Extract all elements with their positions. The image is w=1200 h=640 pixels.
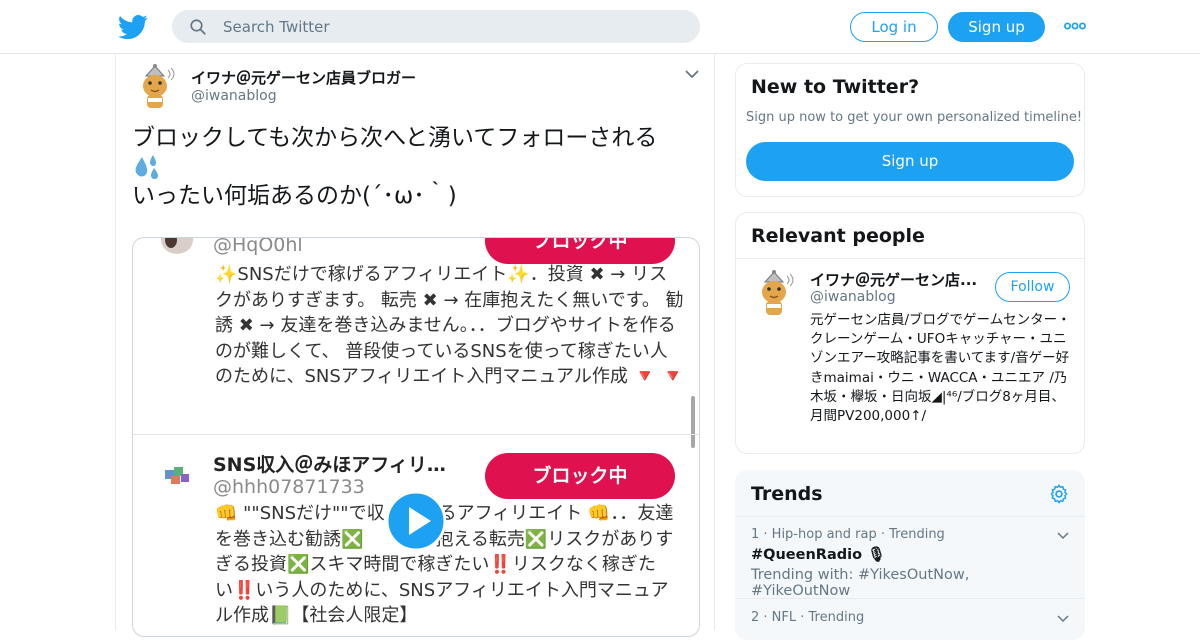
sidebar-signup-button[interactable]: Sign up	[746, 142, 1074, 181]
top-bar: Log in Sign up	[0, 0, 1200, 54]
search-input[interactable]	[223, 11, 683, 42]
media-avatar-1	[161, 238, 193, 254]
trend-item[interactable]: 2 · NFL · Trending	[751, 610, 1071, 629]
media-name-2: SNS収入＠みほアフィリ…	[213, 454, 446, 476]
new-to-twitter-card: New to Twitter? Sign up now to get your …	[735, 63, 1085, 197]
media-blocked-pill-2: ブロック中	[485, 453, 675, 499]
new-to-twitter-title: New to Twitter?	[751, 76, 920, 98]
author-handle[interactable]: @iwanablog	[191, 88, 277, 104]
tweet-text-line2: いったい何垢あるのか(´･ω･｀)	[132, 183, 457, 209]
trend-meta: 2 · NFL · Trending	[751, 610, 865, 625]
trend-item[interactable]: 1 · Hip-hop and rap · Trending #QueenRad…	[751, 527, 1071, 599]
video-media[interactable]: @HqO0hl ブロック中 ✨SNSだけで稼げるアフィリエイト✨．投資 ✖ → …	[132, 237, 700, 637]
author-avatar[interactable]	[132, 62, 178, 112]
divider	[736, 516, 1084, 517]
gear-icon[interactable]	[1048, 483, 1070, 505]
relevant-people-title: Relevant people	[751, 225, 925, 247]
tweet-column: イワナ＠元ゲーセン店員ブロガー @iwanablog ブロックしても次から次へと…	[115, 54, 715, 637]
media-text-1: ✨SNSだけで稼げるアフィリエイト✨．投資 ✖ → リスクがありすぎます。 転売…	[215, 264, 685, 387]
chevron-down-icon[interactable]	[1057, 615, 1069, 623]
play-icon[interactable]	[386, 491, 446, 551]
login-button[interactable]: Log in	[850, 12, 938, 42]
trends-card: Trends 1 · Hip-hop and rap · Trending #Q…	[735, 470, 1085, 640]
media-avatar-2	[165, 467, 189, 484]
media-divider	[133, 434, 699, 435]
media-handle-1: @HqO0hl	[213, 237, 303, 256]
media-text-2: 👊 ""SNSだけ""で収 るアフィリエイト 👊．．友達を巻き込む勧誘❎ を抱え…	[215, 503, 674, 626]
twitter-bird-icon[interactable]	[118, 12, 148, 42]
trend-name[interactable]: #QueenRadio 🎙	[751, 546, 1071, 567]
more-options-icon[interactable]	[1064, 16, 1086, 36]
author-name[interactable]: イワナ＠元ゲーセン店員ブロガー	[191, 67, 416, 88]
search-icon	[190, 19, 206, 35]
trend-meta: 1 · Hip-hop and rap · Trending	[751, 527, 945, 542]
new-to-twitter-subtitle: Sign up now to get your own personalized…	[746, 110, 1083, 125]
divider	[736, 258, 1084, 259]
relevant-people-card: Relevant people イワナ＠元ゲーセン店... @iwanablog…	[735, 212, 1085, 454]
trend-related[interactable]: Trending with: #YikesOutNow, #YikeOutNow	[751, 567, 1071, 599]
person-handle[interactable]: @iwanablog	[810, 289, 896, 305]
follow-button[interactable]: Follow	[995, 272, 1070, 302]
search-box[interactable]	[172, 10, 700, 43]
tweet-text: ブロックしても次から次へと湧いてフォローされる いったい何垢あるのか(´･ω･｀…	[132, 124, 702, 211]
sweat-droplets-icon	[132, 153, 702, 182]
media-handle-2: @hhh07871733	[213, 476, 365, 498]
person-name[interactable]: イワナ＠元ゲーセン店...	[810, 269, 977, 290]
divider	[736, 598, 1084, 599]
media-blocked-pill-1: ブロック中	[485, 238, 675, 264]
media-scrollbar	[691, 396, 695, 448]
trends-title: Trends	[751, 483, 823, 505]
tweet-text-line1: ブロックしても次から次へと湧いてフォローされる	[132, 125, 658, 151]
chevron-down-icon[interactable]	[1057, 532, 1069, 540]
signup-button[interactable]: Sign up	[948, 12, 1045, 42]
person-avatar[interactable]	[751, 267, 797, 319]
person-bio: 元ゲーセン店員/ブログでゲームセンター・クレーンゲーム・UFOキャッチャー・ユニ…	[810, 312, 1071, 425]
chevron-down-icon[interactable]	[684, 68, 700, 80]
